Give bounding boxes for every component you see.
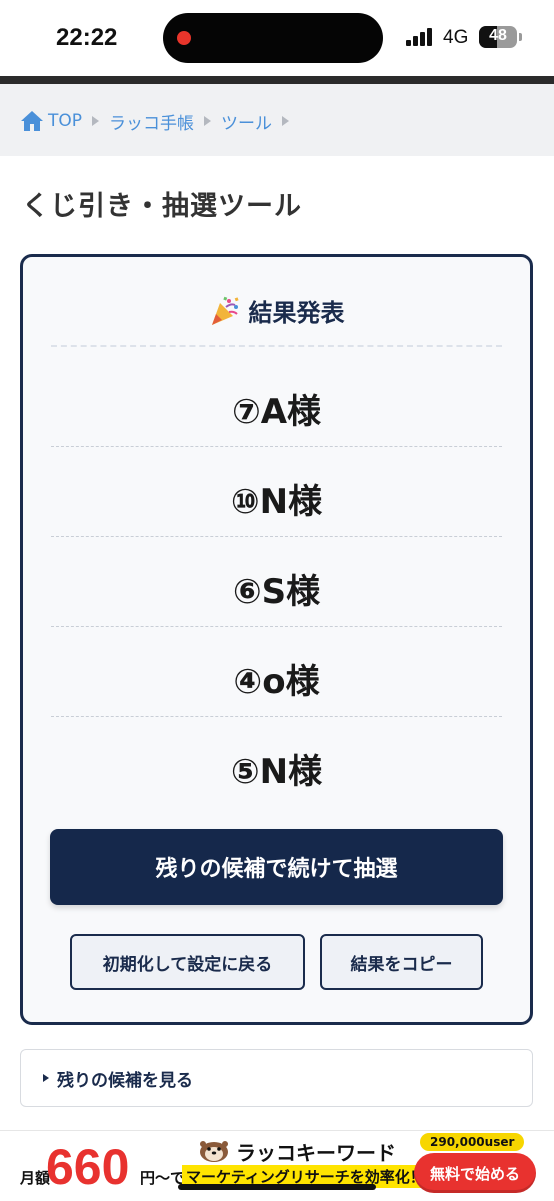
home-icon[interactable] <box>20 110 44 132</box>
chevron-right-icon <box>204 116 212 126</box>
result-item: ⑦A様 <box>51 357 502 447</box>
disclosure-triangle-icon <box>43 1074 49 1082</box>
chevron-right-icon <box>282 116 290 126</box>
ad-brand: ラッコキーワード <box>236 1141 396 1165</box>
battery-icon: 48 <box>479 26 517 48</box>
result-list: ⑦A様 ⑩N様 ⑥S様 ④o様 ⑤N様 <box>51 357 502 807</box>
home-indicator[interactable] <box>178 1184 376 1190</box>
page-title: くじ引き・抽選ツール <box>22 191 302 222</box>
breadcrumb: TOP ラッコ手帳 ツール <box>0 84 554 156</box>
breadcrumb-link-tools[interactable]: ツール <box>221 109 272 134</box>
ad-price: 660 <box>46 1139 130 1195</box>
dynamic-island <box>163 13 383 63</box>
chevron-right-icon <box>92 116 100 126</box>
breadcrumb-row: TOP ラッコ手帳 ツール <box>20 108 299 134</box>
ad-user-count: 290,000user <box>420 1133 525 1151</box>
recording-indicator-icon <box>177 31 191 45</box>
reset-button[interactable]: 初期化して設定に戻る <box>70 934 305 990</box>
copy-result-button[interactable]: 結果をコピー <box>320 934 483 990</box>
breadcrumb-link-top[interactable]: TOP <box>48 111 82 131</box>
result-divider <box>51 345 502 347</box>
battery-cap <box>519 33 522 41</box>
result-item: ⑤N様 <box>230 752 323 792</box>
header-rule <box>0 76 554 84</box>
cellular-signal-icon <box>406 28 436 46</box>
continue-draw-button[interactable]: 残りの候補で続けて抽選 <box>50 829 503 905</box>
ad-banner[interactable]: 月額 660 円〜で ラッコキーワード マーケティングリサーチを効率化！ 290… <box>0 1130 554 1201</box>
network-type: 4G <box>443 27 469 48</box>
remaining-candidates-toggle[interactable]: 残りの候補を見る <box>20 1049 533 1107</box>
result-card: 結果発表 ⑦A様 ⑩N様 ⑥S様 ④o様 ⑤N様 残りの候補で続けて抽選 初期化… <box>20 254 533 1025</box>
status-time: 22:22 <box>56 24 118 51</box>
otter-mascot-icon <box>200 1141 228 1162</box>
result-item: ④o様 <box>51 627 502 717</box>
party-popper-icon <box>211 296 239 325</box>
ad-start-free-button[interactable]: 無料で始める <box>414 1153 536 1193</box>
status-bar: 22:22 4G 48 <box>0 0 554 76</box>
result-header: 結果発表 <box>23 293 530 328</box>
remaining-candidates-label: 残りの候補を見る <box>57 1070 193 1091</box>
result-item: ⑩N様 <box>51 447 502 537</box>
battery-level: 48 <box>489 27 507 44</box>
result-heading: 結果発表 <box>248 299 345 327</box>
result-item: ⑥S様 <box>51 537 502 627</box>
breadcrumb-link-notebook[interactable]: ラッコ手帳 <box>109 109 194 134</box>
